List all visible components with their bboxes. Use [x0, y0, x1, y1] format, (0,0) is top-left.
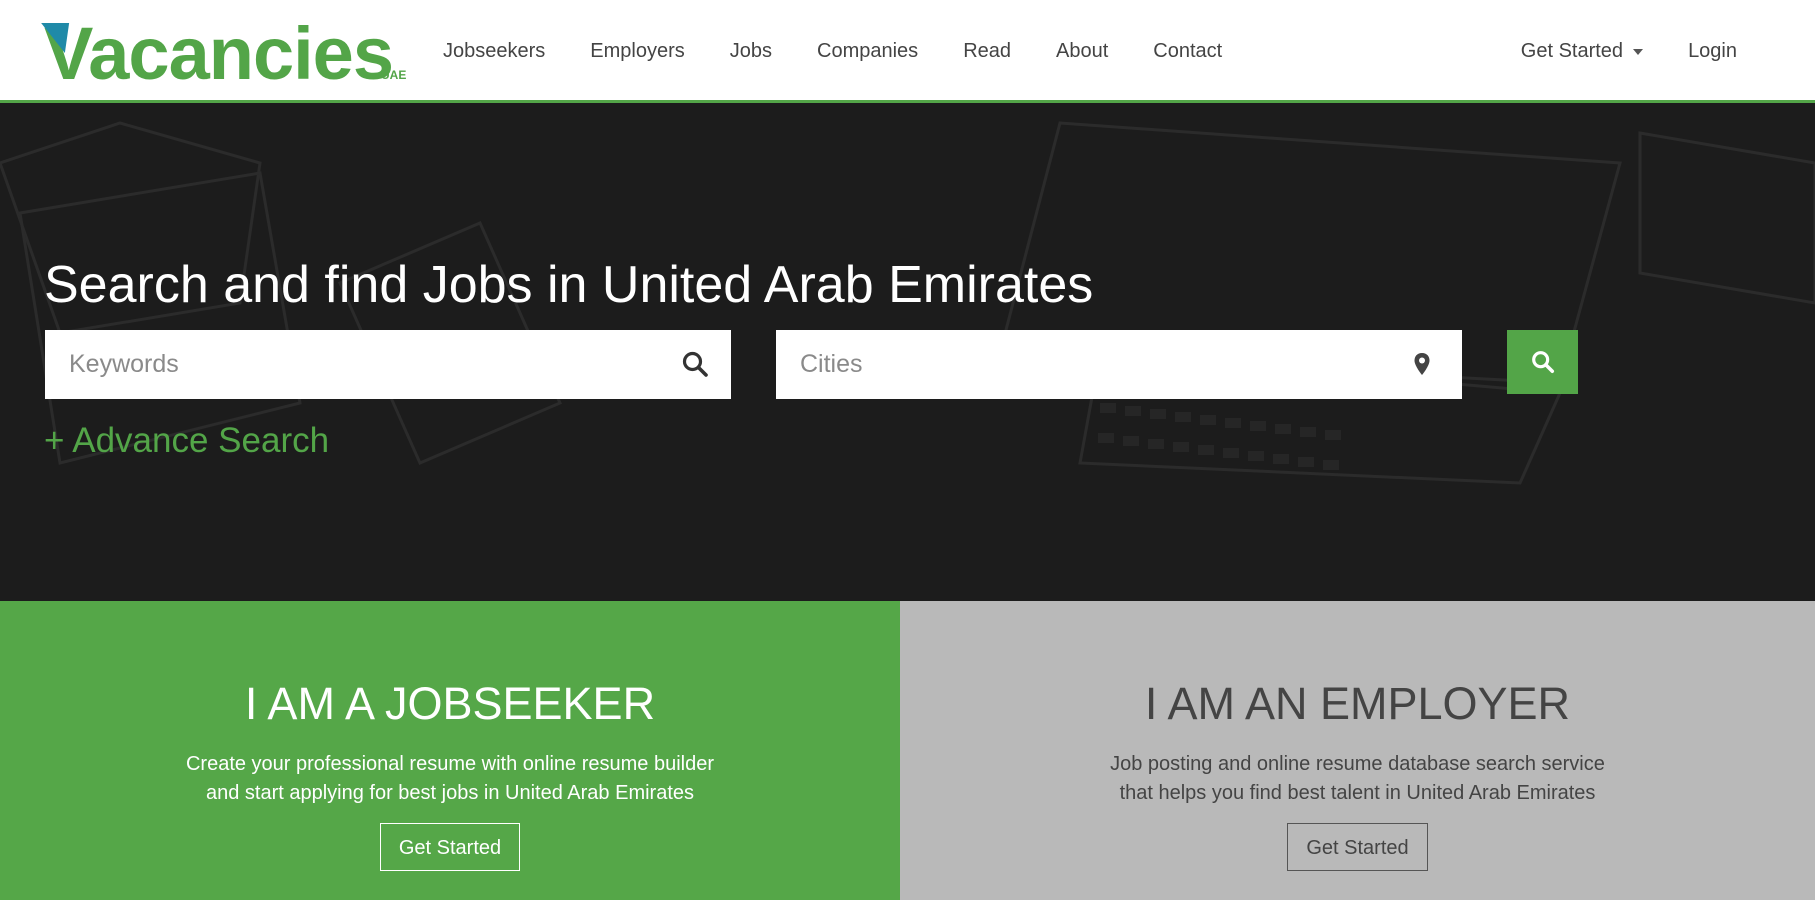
employer-description: Job posting and online resume database s… [1008, 750, 1708, 808]
nav-read[interactable]: Read [963, 0, 1011, 103]
search-icon [682, 351, 708, 377]
hero-title: Search and find Jobs in United Arab Emir… [44, 256, 1094, 314]
jobseeker-get-started-button[interactable]: Get Started [379, 823, 521, 871]
jobseeker-title: I AM A JOBSEEKER [244, 678, 656, 729]
search-button[interactable] [1507, 330, 1578, 394]
keywords-field[interactable] [45, 330, 731, 399]
get-started-dropdown[interactable]: Get Started [1520, 40, 1644, 63]
jobseeker-desc-line2: and start applying for best jobs in Unit… [205, 782, 695, 804]
logo-wordmark: Vacancies [44, 12, 394, 95]
nav-companies[interactable]: Companies [817, 0, 918, 103]
keywords-input[interactable] [69, 330, 618, 399]
jobseeker-description: Create your professional resume with onl… [100, 750, 800, 808]
nav-jobseekers[interactable]: Jobseekers [443, 0, 545, 103]
employer-get-started-button[interactable]: Get Started [1287, 823, 1428, 871]
nav-jobs[interactable]: Jobs [730, 0, 772, 103]
map-pin-icon [1414, 353, 1430, 375]
hero-search: Search and find Jobs in United Arab Emir… [0, 103, 1815, 601]
nav-about[interactable]: About [1056, 0, 1108, 103]
logo-subtitle: UAE [381, 68, 407, 82]
site-logo[interactable]: Vacancies UAE [41, 14, 414, 94]
jobseeker-panel: I AM A JOBSEEKER Create your professiona… [0, 601, 900, 900]
jobseeker-desc-line1: Create your professional resume with onl… [185, 753, 715, 775]
advance-search-link[interactable]: + Advance Search [44, 421, 329, 461]
cities-input[interactable] [800, 330, 1349, 399]
caret-down-icon [1633, 48, 1644, 55]
nav-employers[interactable]: Employers [590, 0, 684, 103]
search-icon [1531, 351, 1554, 374]
nav-right: Get Started Login [1521, 0, 1737, 103]
employer-panel: I AM AN EMPLOYER Job posting and online … [900, 601, 1815, 900]
nav-contact[interactable]: Contact [1153, 0, 1222, 103]
get-started-label: Get Started [1520, 40, 1624, 62]
main-nav: Jobseekers Employers Jobs Companies Read… [443, 0, 1267, 103]
employer-desc-line1: Job posting and online resume database s… [1110, 753, 1605, 775]
employer-title: I AM AN EMPLOYER [1144, 678, 1571, 729]
employer-desc-line2: that helps you find best talent in Unite… [1119, 782, 1596, 804]
login-link[interactable]: Login [1688, 40, 1737, 63]
site-header: Vacancies UAE Jobseekers Employers Jobs … [0, 0, 1815, 103]
cities-field[interactable] [776, 330, 1462, 399]
